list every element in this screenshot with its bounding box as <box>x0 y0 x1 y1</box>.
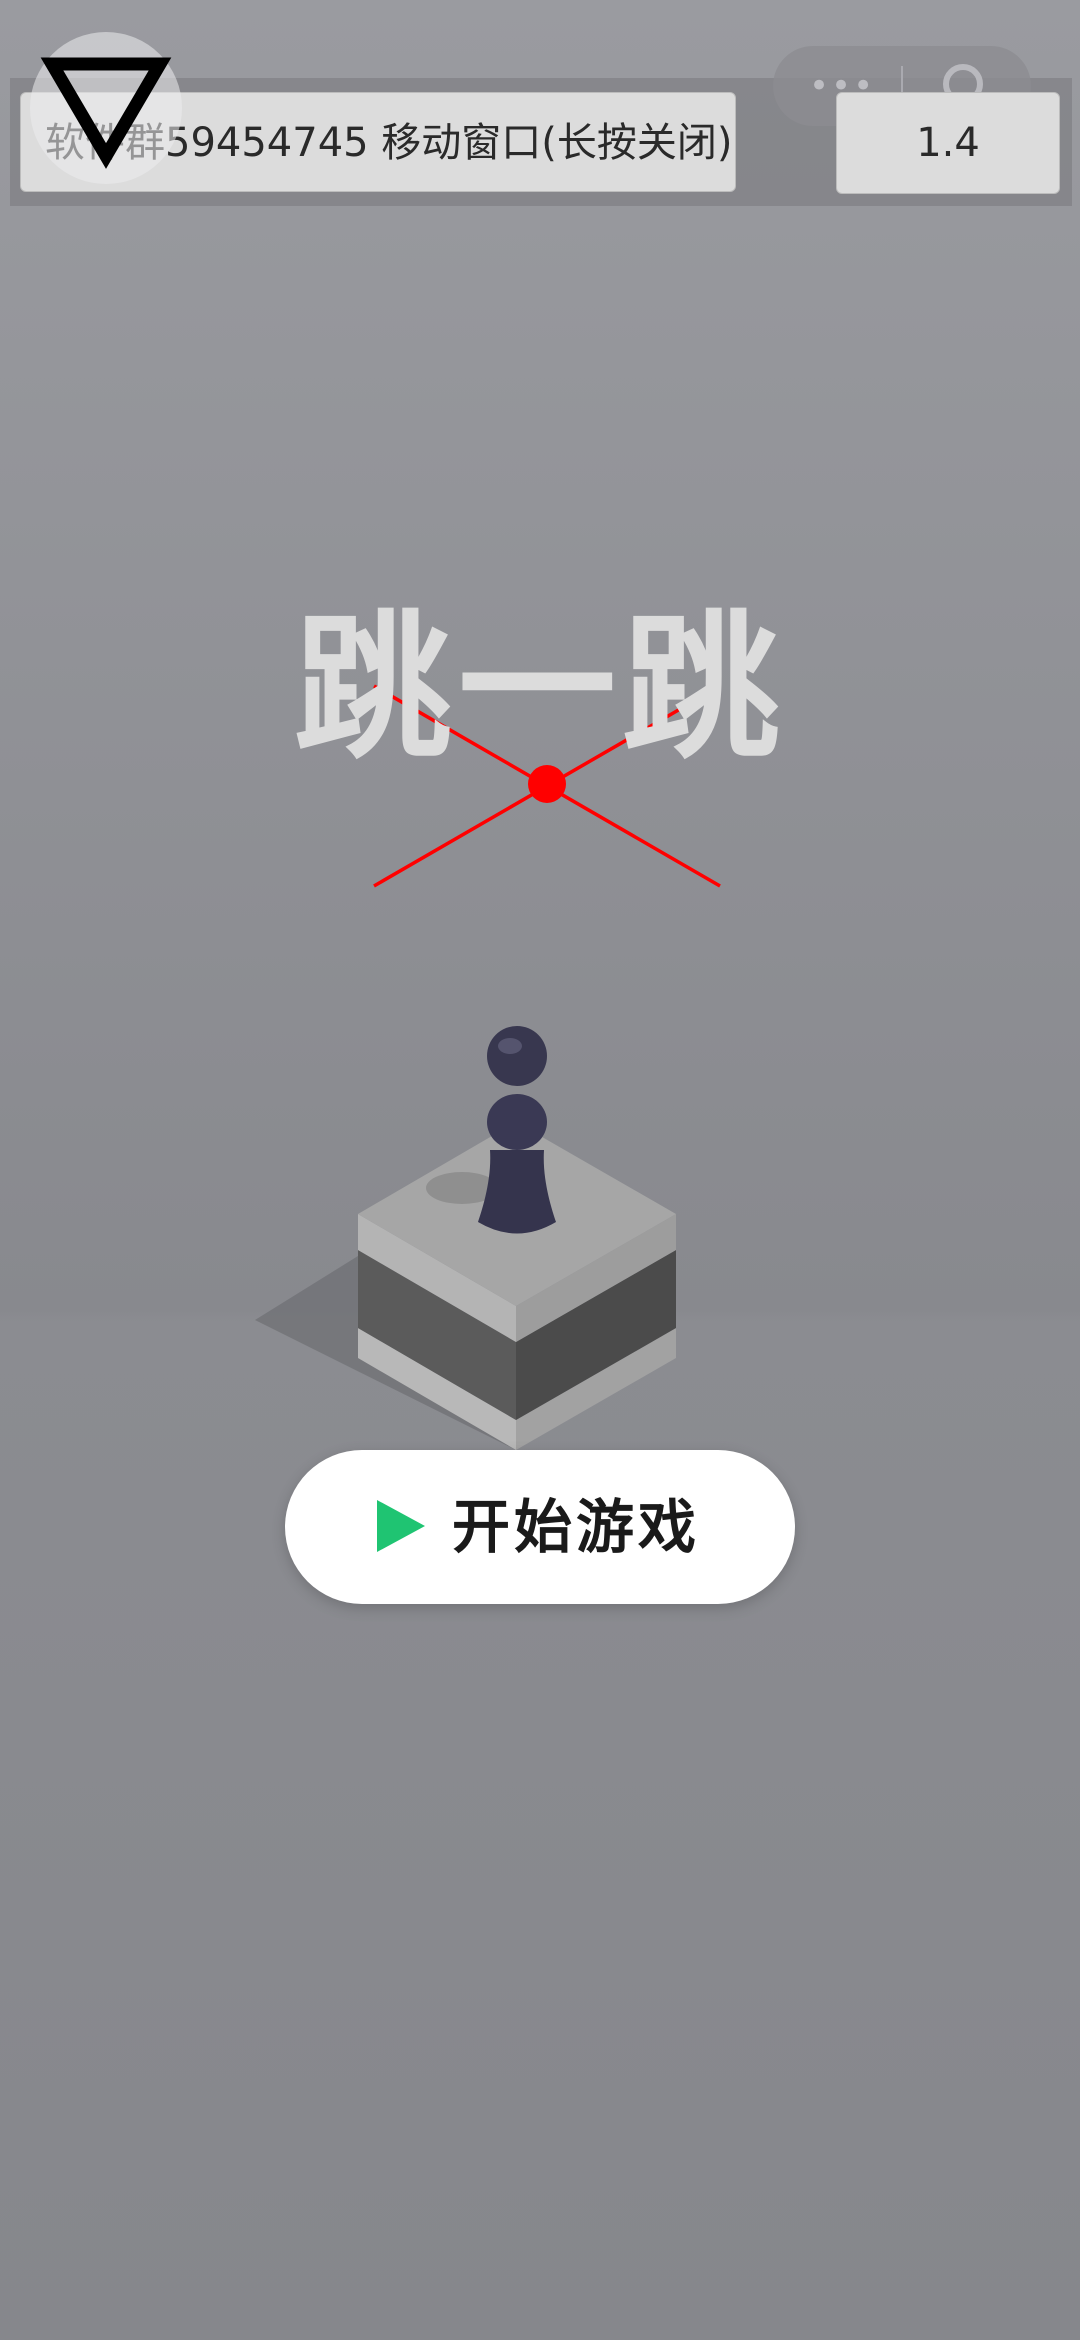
piece-neck <box>487 1094 547 1150</box>
piece-head <box>487 1026 547 1086</box>
start-game-label: 开始游戏 <box>452 1493 701 1561</box>
floating-menu-button[interactable] <box>30 32 182 184</box>
game-scene <box>255 684 721 1450</box>
version-button[interactable]: 1.4 <box>836 92 1060 194</box>
triangle-down-icon <box>40 57 172 169</box>
game-title: 跳一跳 <box>294 597 786 781</box>
piece-head-highlight <box>498 1038 522 1054</box>
play-icon <box>377 1500 425 1552</box>
start-game-button[interactable]: 开始游戏 <box>285 1450 795 1604</box>
